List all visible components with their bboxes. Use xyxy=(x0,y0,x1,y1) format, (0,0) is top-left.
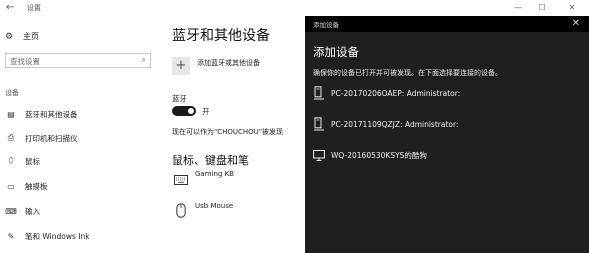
bluetooth-toggle[interactable] xyxy=(172,106,196,116)
device-name: WQ-20160530KSYS的酷狗 xyxy=(331,150,427,160)
bluetooth-label: 蓝牙 xyxy=(172,94,187,103)
device-list-item[interactable]: PC-20170206OAEP: Administrator: xyxy=(313,86,460,100)
sidebar-item-mouse[interactable]: ⬯ 鼠标 xyxy=(5,154,40,168)
add-device-button[interactable]: + xyxy=(172,57,190,75)
home-label: 主页 xyxy=(23,32,39,41)
computer-icon xyxy=(314,86,324,100)
pen-icon: ✎ xyxy=(7,231,15,241)
dialog-bar-title: 添加设备 xyxy=(313,21,339,29)
printer-icon: ⎙ xyxy=(7,133,15,142)
dialog-title-bar: 添加设备 ✕ xyxy=(305,16,589,32)
plus-icon: + xyxy=(175,58,187,73)
close-window-button[interactable]: ✕ xyxy=(560,0,584,16)
toggle-knob xyxy=(188,108,194,114)
minimize-button[interactable]: — xyxy=(506,0,530,16)
device-name[interactable]: Usb Mouse xyxy=(195,202,233,210)
sidebar-item-pen[interactable]: ✎ 笔和 Windows Ink xyxy=(5,229,90,243)
section-title: 鼠标、键盘和笔 xyxy=(172,154,249,167)
device-name: PC-20170206OAEP: Administrator: xyxy=(331,88,461,98)
sidebar-item-label: 输入 xyxy=(25,206,40,216)
device-name: PC-20171109QZJZ: Administrator: xyxy=(331,119,459,129)
sidebar-item-label: 打印机和扫描仪 xyxy=(25,133,78,143)
touchpad-icon: ▭ xyxy=(7,181,15,191)
sidebar-item-label: 鼠标 xyxy=(25,156,40,166)
gear-icon: ⚙ xyxy=(5,31,14,42)
page-title: 蓝牙和其他设备 xyxy=(172,28,270,44)
sidebar-item-typing[interactable]: ⌨ 输入 xyxy=(5,204,40,218)
window-title: 设置 xyxy=(27,4,41,12)
discoverable-text: 现在可以作为"CHOUCHOU"被发现 xyxy=(172,128,284,136)
keyboard-icon: ⌨ xyxy=(5,206,17,216)
add-device-dialog: 添加设备 ✕ 添加设备 确保你的设备已打开并可被发现。在下面选择要连接的设备。 … xyxy=(305,16,589,253)
mouse-icon: ⬯ xyxy=(8,156,14,165)
sidebar-item-label: 触摸板 xyxy=(25,181,48,191)
sidebar-section-label: 设备 xyxy=(5,89,19,97)
device-name[interactable]: Gaming KB xyxy=(195,170,234,178)
sidebar-home[interactable]: ⚙ 主页 xyxy=(5,31,39,42)
search-placeholder: 查找设置 xyxy=(10,57,40,66)
search-icon: ⌕ xyxy=(141,55,146,64)
toggle-state-label: 开 xyxy=(202,107,210,116)
sidebar-item-label: 笔和 Windows Ink xyxy=(25,231,90,241)
device-list-item[interactable]: WQ-20160530KSYS的酷狗 xyxy=(313,148,427,162)
dialog-title: 添加设备 xyxy=(313,45,359,59)
add-device-label[interactable]: 添加蓝牙或其他设备 xyxy=(197,58,260,68)
device-list-item[interactable]: PC-20171109QZJZ: Administrator: xyxy=(313,117,458,131)
sidebar-item-bluetooth[interactable]: ▤ 蓝牙和其他设备 xyxy=(5,107,78,121)
dialog-subtitle: 确保你的设备已打开并可被发现。在下面选择要连接的设备。 xyxy=(313,69,502,77)
title-bar: ← 设置 — ☐ ✕ xyxy=(0,0,589,16)
mouse-icon xyxy=(176,203,186,218)
keyboard-icon xyxy=(174,175,188,185)
display-icon xyxy=(313,150,325,161)
bluetooth-devices-icon: ▤ xyxy=(7,109,15,119)
close-icon[interactable]: ✕ xyxy=(572,17,580,31)
back-arrow-icon[interactable]: ← xyxy=(6,1,14,15)
maximize-button[interactable]: ☐ xyxy=(530,0,554,16)
sidebar-item-printers[interactable]: ⎙ 打印机和扫描仪 xyxy=(5,131,78,145)
sidebar-item-label: 蓝牙和其他设备 xyxy=(25,109,78,119)
search-input[interactable]: 查找设置 ⌕ xyxy=(5,53,151,68)
sidebar-item-touchpad[interactable]: ▭ 触摸板 xyxy=(5,179,48,193)
computer-icon xyxy=(314,117,324,131)
